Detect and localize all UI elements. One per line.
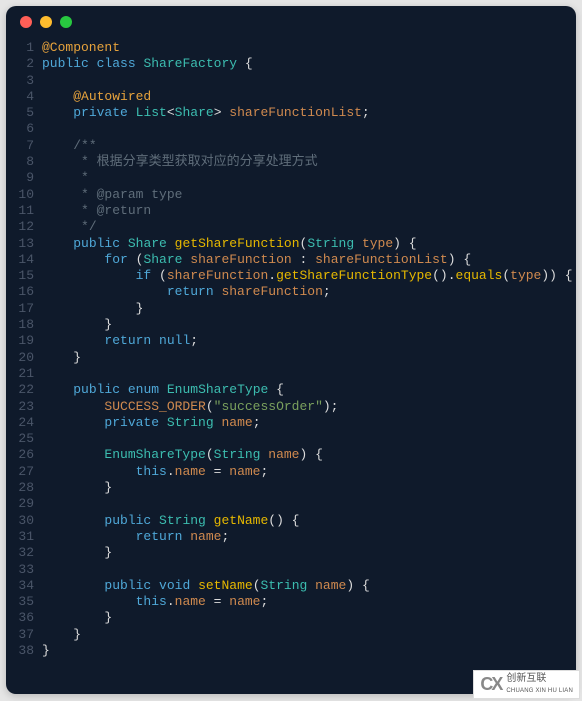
minimize-icon[interactable] [40, 16, 52, 28]
watermark-line1: 创新互联 [506, 673, 546, 684]
code-editor: 1234567891011121314151617181920212223242… [6, 38, 576, 659]
watermark-line2: CHUANG XIN HU LIAN [506, 688, 573, 694]
titlebar [6, 6, 576, 38]
code-window: 1234567891011121314151617181920212223242… [6, 6, 576, 694]
watermark-text: 创新互联 CHUANG XIN HU LIAN [506, 674, 573, 695]
watermark-logo: CX [480, 674, 501, 695]
line-gutter: 1234567891011121314151617181920212223242… [6, 40, 42, 659]
maximize-icon[interactable] [60, 16, 72, 28]
code-content: @Componentpublic class ShareFactory { @A… [42, 40, 573, 659]
close-icon[interactable] [20, 16, 32, 28]
watermark: CX 创新互联 CHUANG XIN HU LIAN [473, 670, 580, 699]
